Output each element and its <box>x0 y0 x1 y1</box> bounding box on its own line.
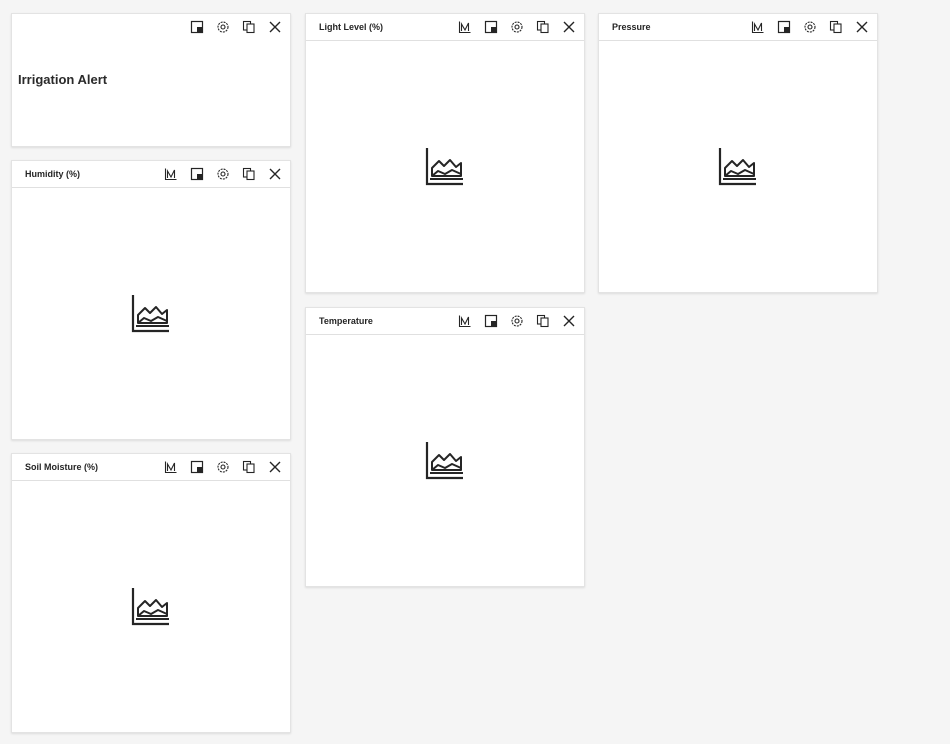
copy-icon[interactable] <box>530 308 556 334</box>
tile-actions <box>745 14 875 40</box>
tile-actions <box>452 308 582 334</box>
tile-title: Light Level (%) <box>319 22 384 32</box>
area-chart-icon <box>131 586 171 626</box>
settings-icon[interactable] <box>504 14 530 40</box>
tile-irrigation-alert: Irrigation Alert <box>11 13 291 147</box>
area-chart-icon <box>425 146 465 186</box>
settings-icon[interactable] <box>504 308 530 334</box>
close-icon[interactable] <box>262 161 288 187</box>
tile-actions <box>158 454 288 480</box>
copy-icon[interactable] <box>530 14 556 40</box>
settings-icon[interactable] <box>210 454 236 480</box>
close-icon[interactable] <box>556 14 582 40</box>
copy-icon[interactable] <box>236 161 262 187</box>
settings-icon[interactable] <box>210 14 236 40</box>
area-chart-icon <box>131 293 171 333</box>
chart-type-icon[interactable] <box>452 14 478 40</box>
close-icon[interactable] <box>556 308 582 334</box>
close-icon[interactable] <box>262 14 288 40</box>
settings-icon[interactable] <box>797 14 823 40</box>
copy-icon[interactable] <box>236 14 262 40</box>
tile-header: Pressure <box>599 14 877 41</box>
tile-light-level: Light Level (%) <box>305 13 585 293</box>
copy-icon[interactable] <box>823 14 849 40</box>
tile-header: Soil Moisture (%) <box>12 454 290 481</box>
tile-header <box>12 14 290 40</box>
tile-humidity: Humidity (%) <box>11 160 291 440</box>
tile-title: Pressure <box>612 22 651 32</box>
tile-title: Irrigation Alert <box>18 72 108 87</box>
tile-pressure: Pressure <box>598 13 878 293</box>
dock-icon[interactable] <box>478 14 504 40</box>
tile-actions <box>452 14 582 40</box>
tile-header: Temperature <box>306 308 584 335</box>
dock-icon[interactable] <box>184 454 210 480</box>
chart-type-icon[interactable] <box>452 308 478 334</box>
close-icon[interactable] <box>849 14 875 40</box>
dock-icon[interactable] <box>771 14 797 40</box>
close-icon[interactable] <box>262 454 288 480</box>
dock-icon[interactable] <box>184 14 210 40</box>
tile-header: Light Level (%) <box>306 14 584 41</box>
chart-type-icon[interactable] <box>158 454 184 480</box>
area-chart-icon <box>718 146 758 186</box>
chart-type-icon[interactable] <box>158 161 184 187</box>
tile-title: Temperature <box>319 316 373 326</box>
chart-type-icon[interactable] <box>745 14 771 40</box>
tile-title: Humidity (%) <box>25 169 80 179</box>
tile-actions <box>184 14 288 40</box>
dock-icon[interactable] <box>184 161 210 187</box>
settings-icon[interactable] <box>210 161 236 187</box>
copy-icon[interactable] <box>236 454 262 480</box>
tile-soil-moisture: Soil Moisture (%) <box>11 453 291 733</box>
tile-actions <box>158 161 288 187</box>
area-chart-icon <box>425 440 465 480</box>
tile-temperature: Temperature <box>305 307 585 587</box>
tile-header: Humidity (%) <box>12 161 290 188</box>
dock-icon[interactable] <box>478 308 504 334</box>
tile-title: Soil Moisture (%) <box>25 462 99 472</box>
